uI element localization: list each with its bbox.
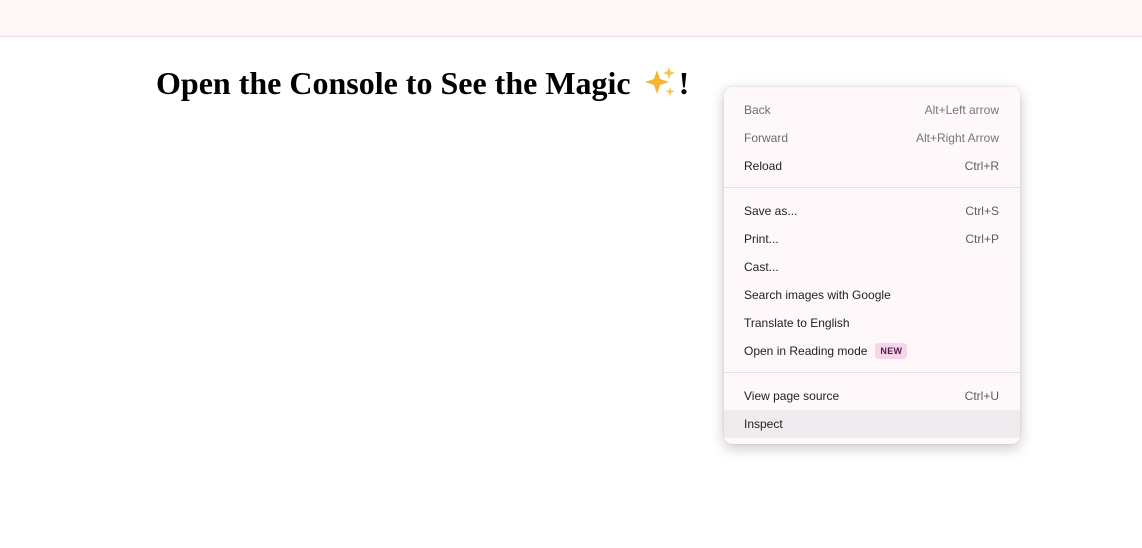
menu-item-shortcut: Ctrl+U	[964, 389, 999, 403]
menu-group-developer: View page source Ctrl+U Inspect	[724, 373, 1020, 444]
menu-item-label: Forward	[744, 131, 789, 145]
menu-item-reading-mode[interactable]: Open in Reading mode NEW	[724, 337, 1020, 365]
menu-item-label: Print...	[744, 232, 779, 246]
menu-item-label: Cast...	[744, 260, 779, 274]
page-title: Open the Console to See the Magic !	[156, 64, 689, 102]
menu-item-label: Save as...	[744, 204, 798, 218]
menu-item-label: Inspect	[744, 417, 783, 431]
menu-item-back[interactable]: Back Alt+Left arrow	[724, 96, 1020, 124]
menu-item-label-wrap: Open in Reading mode NEW	[744, 337, 908, 365]
menu-item-translate[interactable]: Translate to English	[724, 309, 1020, 337]
menu-item-view-source[interactable]: View page source Ctrl+U	[724, 382, 1020, 410]
menu-item-label: Reload	[744, 159, 783, 173]
menu-item-label: Translate to English	[744, 316, 850, 330]
menu-item-label: Open in Reading mode	[744, 344, 868, 358]
menu-item-shortcut: Ctrl+P	[965, 232, 999, 246]
menu-item-reload[interactable]: Reload Ctrl+R	[724, 152, 1020, 180]
menu-item-forward[interactable]: Forward Alt+Right Arrow	[724, 124, 1020, 152]
menu-group-navigation: Back Alt+Left arrow Forward Alt+Right Ar…	[724, 87, 1020, 187]
menu-item-inspect[interactable]: Inspect	[724, 410, 1020, 438]
page-title-text: Open the Console to See the Magic	[156, 65, 631, 101]
menu-item-cast[interactable]: Cast...	[724, 253, 1020, 281]
menu-item-print[interactable]: Print... Ctrl+P	[724, 225, 1020, 253]
browser-top-bar	[0, 0, 1142, 37]
menu-item-save-as[interactable]: Save as... Ctrl+S	[724, 197, 1020, 225]
menu-item-label: Back	[744, 103, 771, 117]
menu-item-label: Search images with Google	[744, 288, 891, 302]
menu-item-shortcut: Ctrl+S	[965, 204, 999, 218]
page-title-suffix: !	[678, 65, 690, 101]
menu-group-page-actions: Save as... Ctrl+S Print... Ctrl+P Cast..…	[724, 188, 1020, 372]
menu-item-shortcut: Alt+Left arrow	[924, 103, 999, 117]
menu-item-shortcut: Ctrl+R	[964, 159, 999, 173]
new-badge: NEW	[875, 343, 908, 359]
context-menu: Back Alt+Left arrow Forward Alt+Right Ar…	[724, 87, 1020, 444]
menu-item-label: View page source	[744, 389, 840, 403]
menu-item-shortcut: Alt+Right Arrow	[915, 131, 999, 145]
menu-item-search-images[interactable]: Search images with Google	[724, 281, 1020, 309]
sparkles-icon	[644, 67, 675, 96]
